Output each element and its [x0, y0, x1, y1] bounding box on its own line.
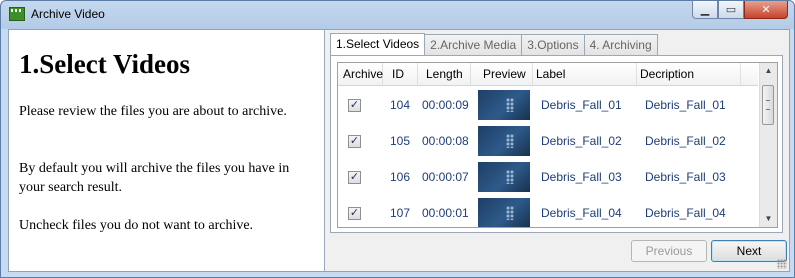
column-header-preview[interactable]: Preview — [471, 63, 533, 85]
instruction-review: Please review the files you are about to… — [19, 104, 287, 119]
video-length: 00:00:09 — [422, 98, 469, 112]
table-row[interactable]: ✓ 105 00:00:08 Debris_Fall_02 Debris_Fal… — [338, 123, 758, 159]
video-description: Debris_Fall_02 — [645, 134, 726, 148]
close-icon: ✕ — [761, 4, 771, 16]
table-row[interactable]: ✓ 106 00:00:07 Debris_Fall_03 Debris_Fal… — [338, 159, 758, 195]
video-length: 00:00:07 — [422, 170, 469, 184]
tab-options[interactable]: 3.Options — [521, 34, 585, 56]
archive-checkbox[interactable]: ✓ — [348, 207, 361, 220]
videos-grid: Archive ID Length Preview Label Decripti… — [337, 62, 778, 228]
video-label: Debris_Fall_01 — [541, 98, 622, 112]
maximize-icon: ▭ — [725, 4, 737, 16]
video-id: 107 — [390, 206, 411, 220]
video-preview-thumbnail[interactable] — [478, 126, 530, 156]
video-preview-thumbnail[interactable] — [478, 198, 530, 227]
table-row[interactable]: ✓ 107 00:00:01 Debris_Fall_04 Debris_Fal… — [338, 195, 758, 227]
minimize-button[interactable]: ▁ — [692, 1, 718, 19]
video-id: 104 — [390, 98, 411, 112]
scrollbar-thumb[interactable] — [762, 85, 774, 125]
resize-grip-icon[interactable] — [777, 259, 787, 269]
grid-vertical-scrollbar[interactable]: ▲ ▼ — [759, 63, 777, 227]
minimize-icon: ▁ — [700, 4, 710, 16]
window-title: Archive Video — [31, 7, 105, 21]
select-videos-tabpanel: Archive ID Length Preview Label Decripti… — [330, 55, 783, 233]
video-description: Debris_Fall_04 — [645, 206, 726, 220]
video-label: Debris_Fall_03 — [541, 170, 622, 184]
scroll-up-icon[interactable]: ▲ — [760, 63, 777, 79]
step-heading: 1.Select Videos — [19, 49, 190, 79]
title-bar[interactable]: Archive Video ▁ ▭ ✕ — [1, 1, 794, 29]
scroll-down-icon[interactable]: ▼ — [760, 211, 777, 227]
video-label: Debris_Fall_04 — [541, 206, 622, 220]
next-button[interactable]: Next — [711, 240, 787, 262]
previous-button[interactable]: Previous — [631, 240, 707, 262]
column-header-label[interactable]: Label — [533, 63, 637, 85]
grid-header: Archive ID Length Preview Label Decripti… — [338, 63, 758, 86]
video-preview-thumbnail[interactable] — [478, 162, 530, 192]
dialog-client-area: 1.Select Videos Please review the files … — [8, 29, 790, 272]
archive-video-window: Archive Video ▁ ▭ ✕ 1.Select Videos Plea… — [0, 0, 795, 278]
table-row[interactable]: ✓ 104 00:00:09 Debris_Fall_01 Debris_Fal… — [338, 87, 758, 123]
video-label: Debris_Fall_02 — [541, 134, 622, 148]
video-id: 105 — [390, 134, 411, 148]
video-description: Debris_Fall_03 — [645, 170, 726, 184]
column-header-description[interactable]: Decription — [637, 63, 741, 85]
wizard-tabs: 1.Select Videos 2.Archive Media 3.Option… — [330, 33, 658, 57]
video-length: 00:00:08 — [422, 134, 469, 148]
tab-select-videos[interactable]: 1.Select Videos — [330, 33, 426, 57]
instructions-panel: 1.Select Videos Please review the files … — [9, 30, 325, 271]
column-header-length[interactable]: Length — [418, 63, 471, 85]
clapperboard-icon — [9, 7, 25, 21]
video-length: 00:00:01 — [422, 206, 469, 220]
wizard-panel: 1.Select Videos 2.Archive Media 3.Option… — [325, 30, 789, 271]
archive-checkbox[interactable]: ✓ — [348, 99, 361, 112]
video-preview-thumbnail[interactable] — [478, 90, 530, 120]
archive-checkbox[interactable]: ✓ — [348, 135, 361, 148]
video-id: 106 — [390, 170, 411, 184]
maximize-button[interactable]: ▭ — [718, 1, 744, 19]
window-controls: ▁ ▭ ✕ — [692, 1, 788, 21]
tab-archiving[interactable]: 4. Archiving — [583, 34, 658, 56]
archive-checkbox[interactable]: ✓ — [348, 171, 361, 184]
column-header-id[interactable]: ID — [383, 63, 418, 85]
instruction-default: By default you will archive the files yo… — [19, 161, 290, 195]
tab-archive-media[interactable]: 2.Archive Media — [424, 34, 523, 56]
column-header-archive[interactable]: Archive — [338, 63, 383, 85]
instruction-uncheck: Uncheck files you do not want to archive… — [19, 218, 254, 233]
close-button[interactable]: ✕ — [744, 1, 788, 19]
video-description: Debris_Fall_01 — [645, 98, 726, 112]
